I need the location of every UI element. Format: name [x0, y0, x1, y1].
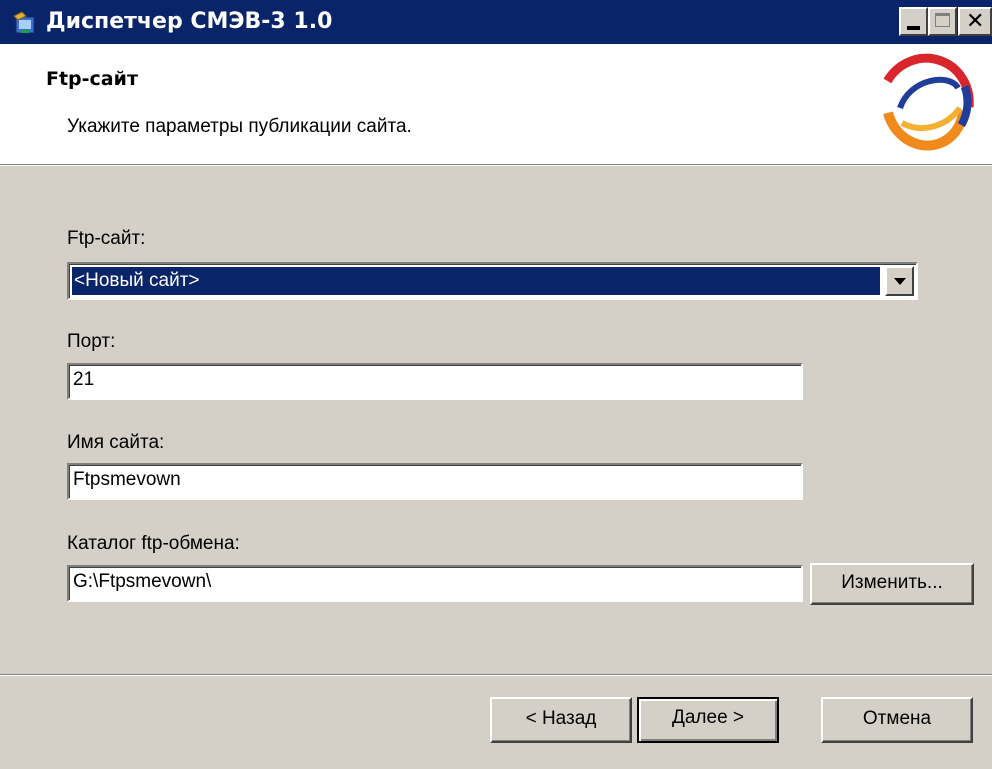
- installer-icon: [13, 11, 35, 34]
- ftp-directory-label: Каталог ftp-обмена:: [67, 533, 240, 554]
- next-button[interactable]: Далее >: [637, 697, 779, 743]
- wizard-header: Ftp-сайт Укажите параметры публикации са…: [0, 44, 992, 164]
- back-button[interactable]: < Назад: [490, 697, 632, 743]
- title-bar[interactable]: Диспетчер СМЭВ-3 1.0 ✕: [0, 0, 992, 44]
- maximize-icon: [935, 13, 950, 27]
- cancel-button[interactable]: Отмена: [821, 697, 973, 743]
- minimize-button[interactable]: [899, 7, 928, 36]
- ftp-site-selected-value: <Новый сайт>: [72, 267, 880, 295]
- installer-window: Диспетчер СМЭВ-3 1.0 ✕ Ftp-сайт Укажите …: [0, 0, 992, 769]
- site-name-label: Имя сайта:: [67, 432, 165, 453]
- ftp-site-label: Ftp-сайт:: [67, 228, 146, 249]
- port-input[interactable]: 21: [67, 363, 803, 400]
- chevron-down-icon: [894, 278, 906, 285]
- dropdown-button[interactable]: [885, 266, 914, 296]
- port-label: Порт:: [67, 331, 116, 352]
- maximize-button: [928, 7, 957, 36]
- change-directory-button[interactable]: Изменить...: [810, 563, 974, 605]
- site-name-input[interactable]: Ftpsmevown: [67, 463, 803, 500]
- window-title: Диспетчер СМЭВ-3 1.0: [46, 9, 333, 34]
- close-button[interactable]: ✕: [958, 7, 992, 36]
- ftp-directory-input[interactable]: G:\Ftpsmevown\: [67, 565, 803, 602]
- smev-logo-icon: [876, 53, 974, 155]
- page-description: Укажите параметры публикации сайта.: [67, 116, 412, 137]
- close-icon: ✕: [966, 9, 985, 34]
- page-title: Ftp-сайт: [46, 68, 138, 90]
- ftp-site-combobox[interactable]: <Новый сайт>: [67, 262, 918, 300]
- minimize-icon: [907, 26, 920, 30]
